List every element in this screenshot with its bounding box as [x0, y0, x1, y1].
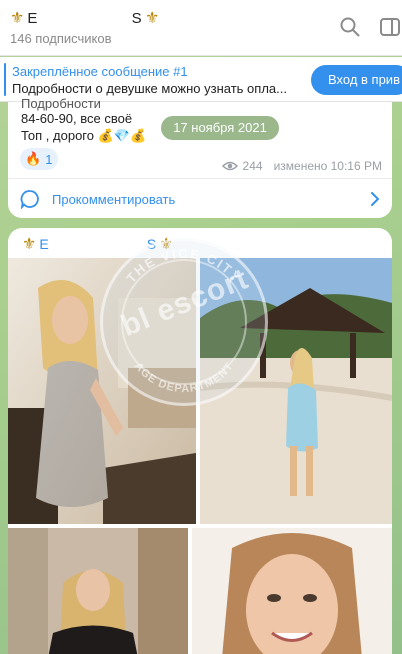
subscriber-count: 146 подписчиков: [10, 31, 112, 46]
reaction-chip[interactable]: 🔥 1: [20, 148, 58, 170]
fleur-de-lis-icon: ⚜: [10, 10, 25, 27]
message-meta: 244 изменено 10:16 PM: [221, 159, 382, 173]
author-name-left: Е: [39, 236, 49, 252]
watermark-ring-label-bottom: AGE DEPARTMENT: [132, 360, 235, 395]
svg-text:AGE DEPARTMENT: AGE DEPARTMENT: [132, 360, 236, 395]
message-bubble: Подробности 84-60-90, все своё Топ , дор…: [8, 96, 392, 218]
search-icon[interactable]: [339, 16, 361, 38]
message-text: Топ , дорого: [21, 128, 94, 143]
album-photo[interactable]: [192, 528, 392, 654]
fleur-de-lis-icon: ⚜: [144, 10, 160, 27]
reaction-count: 1: [45, 151, 53, 167]
album-photo[interactable]: [8, 528, 188, 654]
message-text-line: Топ , дорого 💰💎💰: [21, 128, 146, 144]
fire-icon: 🔥: [25, 151, 42, 166]
pinned-text: Подробности о девушке можно узнать опла.…: [12, 81, 287, 96]
chevron-right-icon: [371, 192, 380, 206]
eye-icon: [221, 161, 238, 171]
money-diamond-emoji: 💰💎💰: [97, 128, 147, 143]
fleur-de-lis-icon: ⚜: [22, 236, 37, 253]
channel-title-left: Е: [27, 9, 38, 27]
comment-button[interactable]: Прокомментировать: [20, 188, 380, 210]
view-count: 244: [242, 159, 263, 173]
pinned-title: Закреплённое сообщение #1: [12, 64, 188, 79]
channel-header: ⚜ Е S ⚜ 146 подписчиков: [0, 0, 402, 56]
message-text-line: 84-60-90, все своё: [21, 111, 133, 126]
photo-woman-closeup: [192, 528, 392, 654]
photo-woman-dark-top: [8, 528, 188, 654]
date-separator: 17 ноября 2021: [161, 116, 279, 140]
message-text-line: Подробности: [21, 96, 101, 111]
edited-time: изменено 10:16 PM: [273, 159, 382, 173]
channel-title-right: S: [131, 9, 142, 27]
pinned-accent-bar: [4, 63, 6, 96]
join-private-button[interactable]: Вход в прив: [311, 65, 402, 95]
sidebar-toggle-icon[interactable]: [379, 16, 401, 38]
comment-label: Прокомментировать: [52, 191, 176, 207]
divider: [8, 178, 392, 179]
comment-icon: [20, 190, 39, 209]
channel-title[interactable]: ⚜ Е S ⚜: [10, 8, 159, 28]
